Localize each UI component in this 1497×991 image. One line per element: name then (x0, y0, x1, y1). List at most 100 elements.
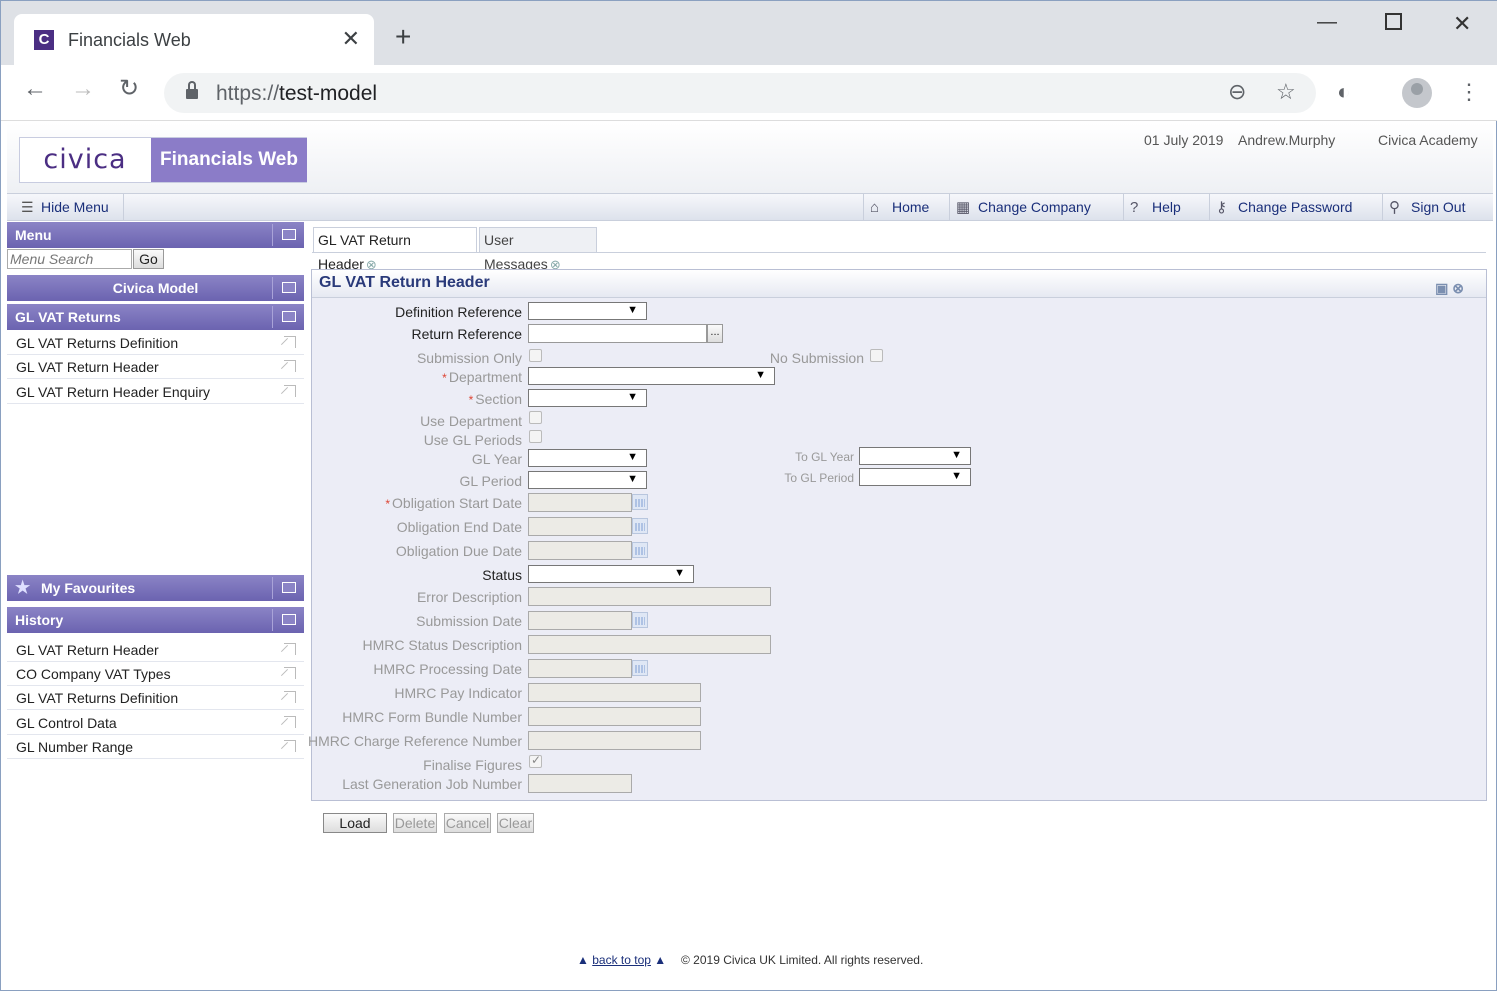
company-panel-header[interactable]: Civica Model (7, 275, 304, 301)
open-external-icon[interactable] (284, 740, 296, 752)
open-external-icon[interactable] (284, 360, 296, 372)
open-external-icon[interactable] (284, 691, 296, 703)
gl-vat-returns-header[interactable]: GL VAT Returns (7, 304, 304, 330)
calendar-icon[interactable] (632, 542, 648, 558)
change-company-link[interactable]: ▦ Change Company (949, 194, 1091, 220)
panel-toggle-icon[interactable] (272, 577, 302, 599)
minimize-icon[interactable]: — (1317, 11, 1337, 34)
gl-year-select[interactable] (528, 449, 647, 467)
last-generation-job-number-input[interactable] (528, 774, 632, 793)
status-label: Status (482, 567, 522, 583)
cancel-button[interactable]: Cancel (444, 813, 491, 833)
history-item[interactable]: GL VAT Return Header (7, 638, 304, 662)
civica-logo: civica Financials Web (19, 137, 307, 183)
sidebar-item-gl-vat-return-header[interactable]: GL VAT Return Header (7, 355, 304, 379)
home-link[interactable]: ⌂ Home (863, 194, 929, 220)
use-gl-periods-label: Use GL Periods (423, 432, 522, 448)
submission-date-label: Submission Date (416, 613, 522, 629)
obligation-start-date-input[interactable] (528, 493, 632, 512)
hmrc-form-bundle-number-input[interactable] (528, 707, 701, 726)
header-org: Civica Academy (1378, 132, 1478, 148)
use-gl-periods-checkbox[interactable] (529, 430, 542, 443)
history-item[interactable]: CO Company VAT Types (7, 662, 304, 686)
calendar-icon[interactable] (632, 660, 648, 676)
error-description-input[interactable] (528, 587, 771, 606)
tab-user-messages[interactable]: User Messages ⊗ (479, 227, 597, 272)
no-submission-checkbox[interactable] (870, 349, 883, 362)
sidebar-item-gl-vat-returns-definition[interactable]: GL VAT Returns Definition (7, 331, 304, 355)
clear-button[interactable]: Clear (497, 813, 534, 833)
browser-tabstrip: C Financials Web ✕ + — ✕ (1, 1, 1497, 65)
form-title: GL VAT Return Header ▣ ⊗ (312, 270, 1486, 298)
copyright-text: © 2019 Civica UK Limited. All rights res… (681, 953, 924, 967)
hmrc-charge-reference-number-input[interactable] (528, 731, 701, 750)
hide-menu-button[interactable]: ☰ Hide Menu (11, 194, 124, 220)
open-external-icon[interactable] (284, 667, 296, 679)
obligation-end-date-input[interactable] (528, 517, 632, 536)
logo-product-name: Financials Web (151, 138, 307, 182)
panel-toggle-icon[interactable] (272, 224, 302, 246)
address-bar[interactable]: https://test-model ⊖ ☆ (164, 73, 1316, 113)
building-icon: ▦ (956, 199, 971, 216)
profile-avatar[interactable] (1402, 78, 1432, 108)
tab-gl-vat-return-header[interactable]: GL VAT Return Header ⊗ (313, 227, 477, 272)
history-panel-header[interactable]: History (7, 607, 304, 633)
open-external-icon[interactable] (284, 385, 296, 397)
forward-icon[interactable]: → (71, 77, 95, 101)
sidebar-item-gl-vat-return-header-enquiry[interactable]: GL VAT Return Header Enquiry (7, 380, 304, 404)
new-tab-icon[interactable]: + (395, 23, 411, 51)
submission-date-input[interactable] (528, 611, 632, 630)
back-icon[interactable]: ← (23, 77, 47, 101)
delete-button[interactable]: Delete (393, 813, 437, 833)
open-external-icon[interactable] (284, 336, 296, 348)
department-select[interactable] (528, 367, 775, 385)
history-item[interactable]: GL Control Data (7, 711, 304, 735)
hmrc-processing-date-input[interactable] (528, 659, 632, 678)
history-item[interactable]: GL VAT Returns Definition (7, 686, 304, 710)
section-select[interactable] (528, 389, 647, 407)
open-external-icon[interactable] (284, 716, 296, 728)
calendar-icon[interactable] (632, 494, 648, 510)
hmrc-status-description-input[interactable] (528, 635, 771, 654)
close-panel-icon[interactable]: ⊗ (1452, 280, 1464, 296)
lookup-button[interactable]: ... (707, 324, 723, 343)
definition-reference-select[interactable] (528, 302, 647, 320)
restore-icon[interactable]: ▣ (1435, 280, 1448, 296)
load-button[interactable]: Load (323, 813, 387, 833)
back-to-top-link[interactable]: ▲ back to top ▲ (577, 953, 666, 967)
gl-period-select[interactable] (528, 471, 647, 489)
return-reference-input[interactable] (528, 324, 707, 343)
menu-search-input[interactable]: Menu Search (7, 249, 132, 269)
to-gl-period-select[interactable] (859, 468, 971, 486)
user-key-icon: ⚷ (1216, 199, 1227, 216)
close-tab-icon[interactable]: ✕ (342, 26, 360, 52)
finalise-figures-checkbox[interactable] (529, 753, 542, 768)
use-department-checkbox[interactable] (529, 411, 542, 424)
help-link[interactable]: ? Help (1123, 194, 1181, 220)
finalise-figures-label: Finalise Figures (423, 757, 522, 773)
submission-only-checkbox[interactable] (529, 349, 542, 362)
panel-toggle-icon[interactable] (272, 277, 302, 299)
change-password-link[interactable]: ⚷ Change Password (1209, 194, 1352, 220)
menu-search-go-button[interactable]: Go (133, 249, 164, 269)
status-select[interactable] (528, 565, 694, 583)
history-item[interactable]: GL Number Range (7, 735, 304, 759)
browser-tab[interactable]: C Financials Web ✕ (14, 14, 374, 65)
calendar-icon[interactable] (632, 518, 648, 534)
panel-toggle-icon[interactable] (272, 609, 302, 631)
folder-up-icon[interactable] (272, 306, 302, 328)
sign-out-link[interactable]: ⚲ Sign Out (1382, 194, 1465, 220)
bookmark-star-icon[interactable]: ☆ (1276, 79, 1296, 105)
reload-icon[interactable]: ↻ (119, 77, 139, 101)
extension-icon[interactable]: ◐ (1337, 79, 1350, 105)
to-gl-year-select[interactable] (859, 447, 971, 465)
calendar-icon[interactable] (632, 612, 648, 628)
browser-menu-icon[interactable]: ⋮ (1458, 79, 1480, 105)
favourites-panel-header[interactable]: ★ My Favourites (7, 575, 304, 601)
zoom-icon[interactable]: ⊖ (1228, 79, 1246, 105)
obligation-due-date-input[interactable] (528, 541, 632, 560)
maximize-icon[interactable] (1385, 13, 1402, 30)
close-window-icon[interactable]: ✕ (1453, 11, 1471, 37)
hmrc-pay-indicator-input[interactable] (528, 683, 701, 702)
open-external-icon[interactable] (284, 643, 296, 655)
